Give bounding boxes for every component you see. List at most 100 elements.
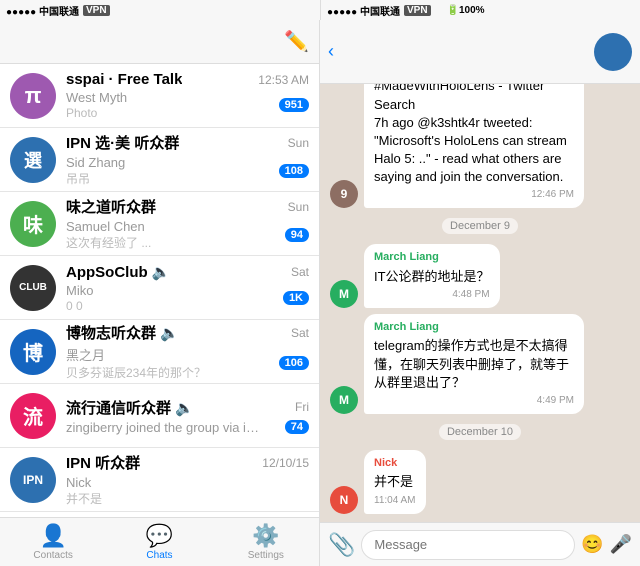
chat-time: Fri: [295, 400, 309, 414]
chat-sub-row: 黑之月贝多芬诞辰234年的那个？ 106: [66, 345, 309, 381]
message-avatar: N: [330, 486, 358, 514]
sender-name: March Liang: [374, 320, 574, 335]
message-time: 11:04 AM: [374, 494, 416, 508]
unread-badge: 1K: [283, 291, 309, 305]
attach-button[interactable]: 📎: [328, 532, 355, 558]
vpn-left: VPN: [83, 5, 110, 16]
chat-name-row: IPN 选·美 听众群 Sun: [66, 132, 309, 153]
chat-name: AppSoClub 🔈: [66, 263, 171, 281]
chat-avatar: 選: [10, 137, 56, 183]
chat-time: Sun: [288, 200, 309, 214]
tab-settings-label: Settings: [248, 550, 284, 561]
chat-preview: zingiberry joined the group via invite l…: [66, 420, 266, 435]
chat-name-row: AppSoClub 🔈 Sat: [66, 263, 309, 281]
chat-info: 味之道听众群 Sun Samuel Chen这次有经验了 ... 94: [66, 196, 309, 251]
chat-time: Sat: [291, 265, 309, 279]
emoji-button[interactable]: 😊: [581, 534, 603, 555]
message-row: 9 900901https://twitter.com/search?q=%23…: [330, 84, 630, 208]
chat-avatar: 味: [10, 201, 56, 247]
chat-preview: 黑之月贝多芬诞辰234年的那个？: [66, 345, 206, 381]
chat-name-row: 流行通信听众群 🔈 Fri: [66, 397, 309, 418]
message-time: 12:46 PM: [374, 188, 574, 202]
date-divider: December 10: [439, 424, 521, 440]
right-header: ‹: [320, 20, 640, 84]
compose-button[interactable]: ✏️: [284, 29, 309, 54]
tab-contacts-label: Contacts: [33, 550, 72, 561]
chat-info: sspai · Free Talk 12:53 AM West MythPhot…: [66, 71, 309, 120]
status-bar: ●●●●● 中国联通 VPN ●●●●● 中国联通 VPN 🔋100%: [0, 0, 640, 20]
unread-badge: 74: [285, 420, 309, 434]
chat-item[interactable]: 味 味之道听众群 Sun Samuel Chen这次有经验了 ... 94: [0, 192, 319, 256]
settings-icon: ⚙️: [252, 523, 279, 549]
chat-item[interactable]: π sspai · Free Talk 12:53 AM West MythPh…: [0, 64, 319, 128]
chat-item[interactable]: CLUB AppSoClub 🔈 Sat Miko0 0 1K: [0, 256, 319, 320]
chat-sub-row: Sid Zhang吊吊 108: [66, 155, 309, 187]
chat-list: π sspai · Free Talk 12:53 AM West MythPh…: [0, 64, 319, 517]
chat-name-row: 味之道听众群 Sun: [66, 196, 309, 217]
message-input-bar: 📎 😊 🎤: [320, 522, 640, 566]
chat-time: 12:53 AM: [258, 73, 309, 87]
chat-name-row: sspai · Free Talk 12:53 AM: [66, 71, 309, 88]
chat-info: IPN 选·美 听众群 Sun Sid Zhang吊吊 108: [66, 132, 309, 187]
chat-avatar: CLUB: [10, 265, 56, 311]
tab-contacts[interactable]: 👤 Contacts: [0, 518, 106, 566]
status-bar-left: ●●●●● 中国联通 VPN: [0, 0, 320, 20]
chat-preview: Miko0 0: [66, 283, 93, 313]
unread-badge: 106: [279, 356, 309, 370]
chat-item[interactable]: 流 流行通信听众群 🔈 Fri zingiberry joined the gr…: [0, 384, 319, 448]
back-button[interactable]: ‹: [328, 41, 336, 62]
chat-name-row: 博物志听众群 🔈 Sat: [66, 322, 309, 343]
message-text: 7h ago @k3shtk4r tweeted: "Microsoft's H…: [374, 114, 574, 187]
contacts-icon: 👤: [39, 523, 66, 549]
sender-name: Nick: [374, 456, 416, 471]
chat-info: IPN 听众群 12/10/15 Nick并不是: [66, 452, 309, 507]
message-text: #MadeWithHoloLens - Twitter Search: [374, 84, 574, 114]
tab-bar: 👤 Contacts 💬 Chats ⚙️ Settings: [0, 517, 319, 566]
chat-preview: Nick并不是: [66, 475, 102, 507]
chat-preview: Samuel Chen这次有经验了 ...: [66, 219, 151, 251]
right-panel: ‹ U 有差别10:21 AM December 2 9 900901https…: [320, 20, 640, 566]
chat-avatar: 博: [10, 329, 56, 375]
chat-name: sspai · Free Talk: [66, 71, 182, 88]
tab-chats[interactable]: 💬 Chats: [106, 518, 212, 566]
chats-icon: 💬: [146, 523, 173, 549]
chat-time: Sun: [288, 136, 309, 150]
chat-sub-row: Nick并不是: [66, 475, 309, 507]
tab-settings[interactable]: ⚙️ Settings: [213, 518, 319, 566]
group-avatar[interactable]: [594, 33, 632, 71]
chat-avatar: IPN: [10, 457, 56, 503]
chat-item[interactable]: 選 IPN 选·美 听众群 Sun Sid Zhang吊吊 108: [0, 128, 319, 192]
message-row: M March Liangtelegram的操作方式也是不太搞得懂，在聊天列表中…: [330, 314, 630, 414]
messages-area: U 有差别10:21 AM December 2 9 900901https:/…: [320, 84, 640, 522]
chat-preview: Sid Zhang吊吊: [66, 155, 125, 187]
chat-name: IPN 听众群: [66, 452, 140, 473]
chat-sub-row: Miko0 0 1K: [66, 283, 309, 313]
chat-preview: West MythPhoto: [66, 90, 127, 120]
mic-button[interactable]: 🎤: [610, 534, 632, 555]
unread-badge: 94: [285, 228, 309, 242]
chat-item[interactable]: 博 博物志听众群 🔈 Sat 黑之月贝多芬诞辰234年的那个？ 106: [0, 320, 319, 384]
date-divider: December 9: [442, 218, 518, 234]
chat-name: 味之道听众群: [66, 196, 156, 217]
chat-name: 博物志听众群 🔈: [66, 322, 179, 343]
unread-badge: 951: [279, 98, 309, 112]
chat-info: 博物志听众群 🔈 Sat 黑之月贝多芬诞辰234年的那个？ 106: [66, 322, 309, 381]
chat-avatar: 流: [10, 393, 56, 439]
message-text: IT公论群的地址是？: [374, 268, 490, 286]
status-bar-right: ●●●●● 中国联通 VPN 🔋100%: [320, 0, 640, 20]
message-avatar: M: [330, 280, 358, 308]
chat-avatar: π: [10, 73, 56, 119]
chat-sub-row: zingiberry joined the group via invite l…: [66, 420, 309, 435]
left-panel: ✏️ π sspai · Free Talk 12:53 AM West Myt…: [0, 20, 320, 566]
chat-time: 12/10/15: [262, 456, 309, 470]
message-time: 4:48 PM: [374, 288, 490, 302]
chat-sub-row: Samuel Chen这次有经验了 ... 94: [66, 219, 309, 251]
chat-time: Sat: [291, 326, 309, 340]
carrier-right: ●●●●● 中国联通: [327, 3, 400, 18]
chat-item[interactable]: IPN IPN 听众群 12/10/15 Nick并不是: [0, 448, 319, 512]
chat-info: AppSoClub 🔈 Sat Miko0 0 1K: [66, 263, 309, 313]
chat-name-row: IPN 听众群 12/10/15: [66, 452, 309, 473]
message-bubble: Nick并不是11:04 AM: [364, 450, 426, 514]
battery-right: 🔋100%: [447, 5, 485, 16]
message-input[interactable]: [361, 530, 575, 560]
